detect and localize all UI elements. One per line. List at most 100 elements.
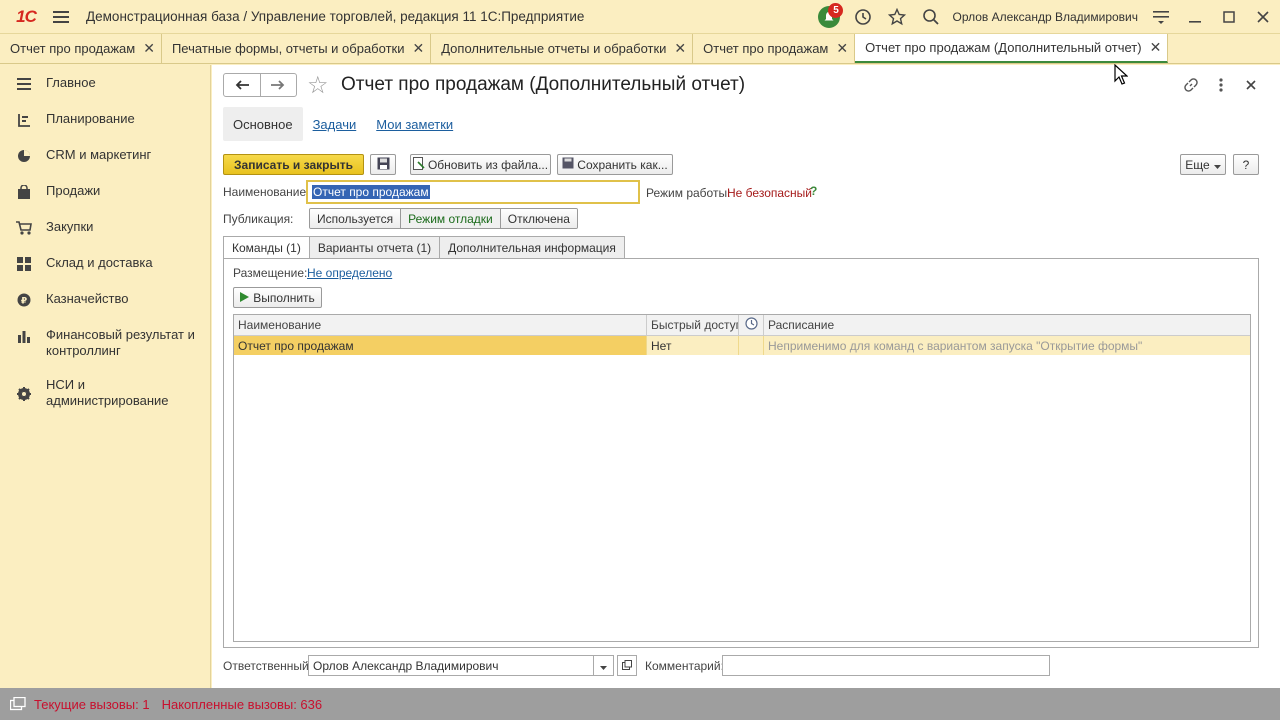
commands-table[interactable]: Наименование Быстрый доступ Расписание О… xyxy=(233,314,1251,642)
publication-disabled-option[interactable]: Отключена xyxy=(500,209,577,228)
bar-chart-icon xyxy=(16,328,32,344)
placement-link[interactable]: Не определено xyxy=(307,266,392,280)
close-tab-icon[interactable]: ✕ xyxy=(412,40,424,57)
sidebar-item-crm[interactable]: CRM и маркетинг xyxy=(0,147,210,164)
app-title: Демонстрационная база / Управление торго… xyxy=(86,9,585,24)
responsible-input[interactable]: Орлов Александр Владимирович xyxy=(308,655,614,676)
close-tab-icon[interactable]: ✕ xyxy=(674,40,686,57)
open-windows-tabs: Отчет про продажам ✕ Печатные формы, отче… xyxy=(0,34,1280,64)
col-quick-access-header[interactable]: Быстрый доступ xyxy=(647,315,739,335)
name-label: Наименование: xyxy=(223,185,310,199)
form-window: ☆ Отчет про продажам (Дополнительный отч… xyxy=(212,65,1280,688)
sidebar-item-purchases[interactable]: Закупки xyxy=(0,219,210,236)
inner-tabs: Команды (1) Варианты отчета (1) Дополнит… xyxy=(223,236,625,259)
windows-switch-icon[interactable] xyxy=(7,693,29,715)
settings-menu-icon[interactable] xyxy=(1144,0,1178,34)
planning-icon xyxy=(16,112,32,128)
sidebar-item-main[interactable]: Главное xyxy=(0,75,210,92)
tab-window-1[interactable]: Отчет про продажам ✕ xyxy=(0,34,162,63)
close-tab-icon[interactable]: ✕ xyxy=(1150,39,1162,56)
sidebar-item-financial-result[interactable]: Финансовый результат и контроллинг xyxy=(0,327,210,359)
update-from-file-button[interactable]: Обновить из файла... xyxy=(410,154,551,175)
table-row[interactable]: Отчет про продажам Нет Неприменимо для к… xyxy=(234,336,1250,355)
warehouse-grid-icon xyxy=(16,256,32,272)
sidebar-item-warehouse[interactable]: Склад и доставка xyxy=(0,255,210,272)
open-window-icon xyxy=(622,659,632,673)
sidebar-item-sales[interactable]: Продажи xyxy=(0,183,210,200)
tab-commands[interactable]: Команды (1) xyxy=(223,236,310,259)
link-icon[interactable] xyxy=(1179,73,1203,97)
notifications-bell-icon[interactable]: 5 xyxy=(812,0,846,34)
cell-quick-access[interactable]: Нет xyxy=(647,336,739,355)
sidebar-item-planning[interactable]: Планирование xyxy=(0,111,210,128)
tab-main[interactable]: Основное xyxy=(223,107,303,141)
save-button[interactable] xyxy=(370,154,396,175)
more-actions-button[interactable]: Еще xyxy=(1180,154,1226,175)
save-as-button[interactable]: Сохранить как... xyxy=(557,154,673,175)
cell-schedule-icon[interactable] xyxy=(739,336,764,355)
chevron-down-icon xyxy=(1213,158,1221,172)
svg-text:₽: ₽ xyxy=(21,297,27,307)
mode-value: Не безопасный xyxy=(727,186,812,200)
sections-sidebar: Главное Планирование CRM и маркетинг Про… xyxy=(0,65,211,688)
hamburger-menu-icon[interactable] xyxy=(44,0,78,34)
title-bar: 1С Демонстрационная база / Управление то… xyxy=(0,0,1280,34)
run-button[interactable]: Выполнить xyxy=(233,287,322,308)
pie-chart-icon xyxy=(16,148,32,164)
sidebar-item-administration[interactable]: НСИ и администрирование xyxy=(0,377,210,409)
accumulated-calls: Накопленные вызовы: 636 xyxy=(161,696,323,712)
tab-report-variants[interactable]: Варианты отчета (1) xyxy=(308,236,441,258)
publication-label: Публикация: xyxy=(223,212,294,226)
comment-input[interactable] xyxy=(722,655,1050,676)
favorites-star-icon[interactable] xyxy=(880,0,914,34)
cell-name[interactable]: Отчет про продажам xyxy=(234,336,647,355)
responsible-label: Ответственный: xyxy=(223,659,313,673)
tab-window-3[interactable]: Дополнительные отчеты и обработки ✕ xyxy=(431,34,694,63)
col-name-header[interactable]: Наименование xyxy=(234,315,647,335)
tab-tasks[interactable]: Задачи xyxy=(303,107,367,141)
current-user[interactable]: Орлов Александр Владимирович xyxy=(952,10,1138,24)
sidebar-item-treasury[interactable]: ₽ Казначейство xyxy=(0,291,210,308)
form-sections: Основное Задачи Мои заметки xyxy=(223,107,463,141)
ruble-coin-icon: ₽ xyxy=(16,292,32,308)
chevron-down-icon xyxy=(600,659,607,673)
close-tab-icon[interactable]: ✕ xyxy=(143,40,155,57)
history-icon[interactable] xyxy=(846,0,880,34)
publication-switch: Используется Режим отладки Отключена xyxy=(309,208,578,229)
form-title: Отчет про продажам (Дополнительный отчет… xyxy=(341,74,746,95)
mode-help-icon[interactable]: ? xyxy=(810,184,817,198)
maximize-icon[interactable] xyxy=(1212,0,1246,34)
tab-additional-info[interactable]: Дополнительная информация xyxy=(439,236,625,258)
close-form-icon[interactable] xyxy=(1239,73,1263,97)
publication-used-option[interactable]: Используется xyxy=(310,209,402,228)
minimize-icon[interactable] xyxy=(1178,0,1212,34)
forward-arrow-icon[interactable] xyxy=(261,74,297,96)
shopping-bag-icon xyxy=(16,184,32,200)
save-and-close-button[interactable]: Записать и закрыть xyxy=(223,154,364,175)
app-logo[interactable]: 1С xyxy=(8,0,44,34)
col-schedule-icon-header[interactable] xyxy=(739,315,764,335)
responsible-dropdown-button[interactable] xyxy=(593,655,614,676)
play-icon xyxy=(240,291,250,305)
save-as-icon xyxy=(562,157,574,172)
tab-window-5-active[interactable]: Отчет про продажам (Дополнительный отчет… xyxy=(855,34,1169,63)
tab-my-notes[interactable]: Мои заметки xyxy=(366,107,463,141)
more-vertical-icon[interactable] xyxy=(1209,73,1233,97)
mode-label: Режим работы: xyxy=(646,186,731,200)
tab-window-4[interactable]: Отчет про продажам ✕ xyxy=(693,34,856,63)
col-schedule-header[interactable]: Расписание xyxy=(764,315,1250,335)
responsible-open-button[interactable] xyxy=(617,655,637,676)
cart-icon xyxy=(16,220,32,236)
tab-window-2[interactable]: Печатные формы, отчеты и обработки ✕ xyxy=(162,34,432,63)
favorite-star-icon[interactable]: ☆ xyxy=(307,71,329,100)
name-input[interactable]: Отчет про продажам xyxy=(306,180,640,204)
notifications-count-badge: 5 xyxy=(828,2,844,18)
cell-schedule[interactable]: Неприменимо для команд с вариантом запус… xyxy=(764,336,1250,355)
close-window-icon[interactable] xyxy=(1246,0,1280,34)
publication-debug-option[interactable]: Режим отладки xyxy=(401,209,501,228)
search-icon[interactable] xyxy=(914,0,948,34)
close-tab-icon[interactable]: ✕ xyxy=(836,40,848,57)
back-arrow-icon[interactable] xyxy=(224,74,261,96)
clock-icon xyxy=(744,317,758,333)
help-button[interactable]: ? xyxy=(1233,154,1259,175)
